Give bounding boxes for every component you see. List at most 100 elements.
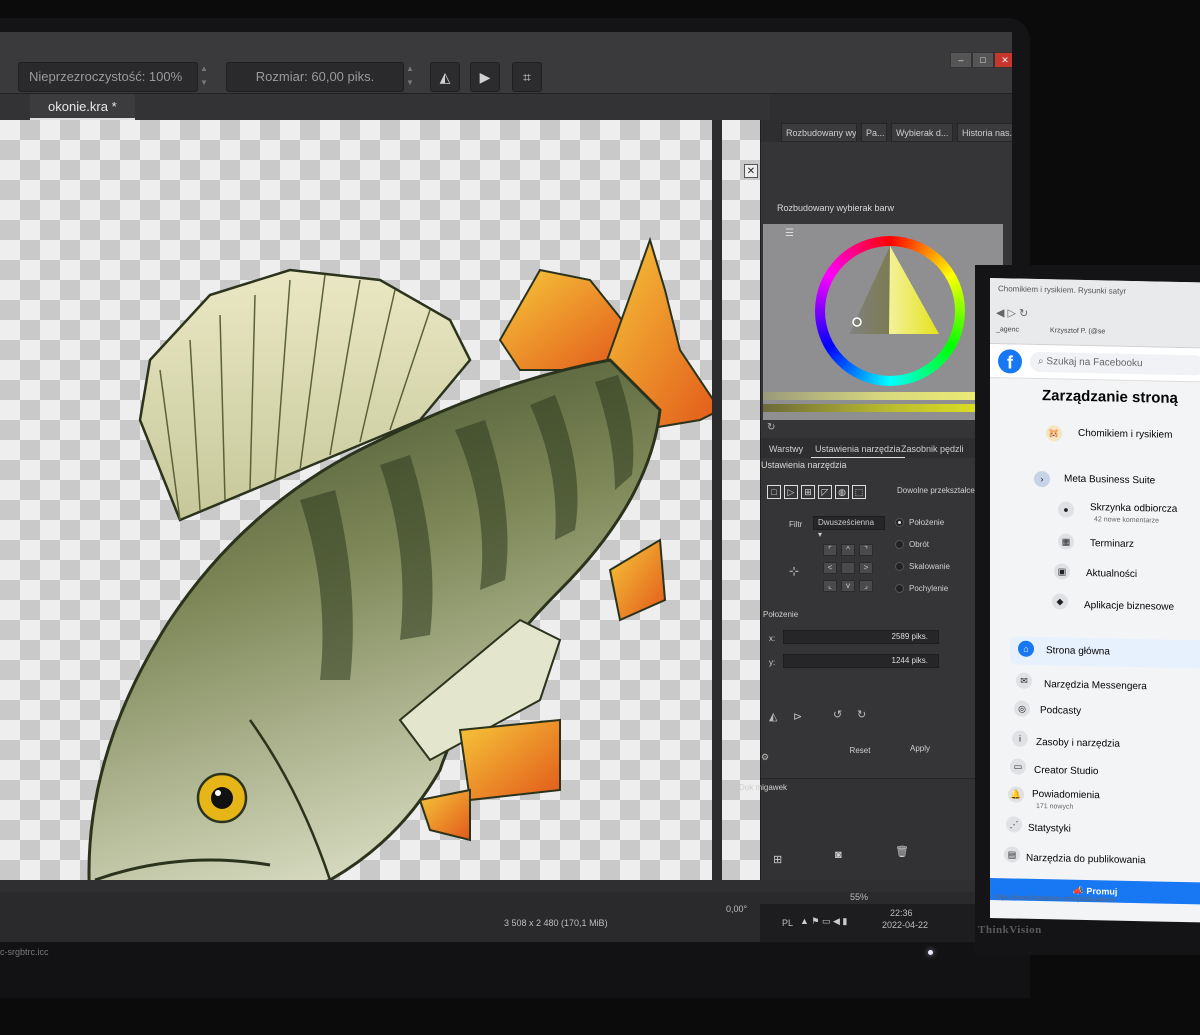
- anchor-center[interactable]: [841, 562, 855, 574]
- bookmark-agency[interactable]: _agenc: [996, 326, 1019, 333]
- mirror-vertical-icon[interactable]: ▶: [470, 62, 500, 92]
- close-canvas-icon[interactable]: ✕: [744, 164, 758, 178]
- meta-suite-icon: ›: [1034, 470, 1050, 488]
- podcast-icon: ◎: [1014, 700, 1030, 717]
- anchor-top[interactable]: ^: [841, 544, 855, 556]
- page-avatar[interactable]: 🐹: [1046, 425, 1062, 442]
- clock-time: 22:36: [890, 908, 913, 918]
- y-position-field[interactable]: 1244 piks.: [783, 654, 939, 668]
- notifications-link[interactable]: Powiadomienia: [1032, 789, 1100, 801]
- transform-mode-icons: □ ▷ ⊞ ◸ ◍ ⬚: [767, 482, 869, 500]
- rotate-ccw-icon[interactable]: ↺: [833, 708, 842, 721]
- publishing-tools-link[interactable]: Narzędzia do publikowania: [1026, 853, 1146, 867]
- facebook-logo-icon[interactable]: f: [998, 349, 1022, 374]
- filter-select[interactable]: Dwusześcienna ▾: [813, 516, 885, 539]
- cage-icon[interactable]: ◸: [818, 485, 832, 499]
- tab-advanced-color-selector[interactable]: Rozbudowany wyb...: [781, 123, 857, 142]
- monitor-brand-label: ThinkVision: [978, 924, 1042, 936]
- zoom-label[interactable]: 55%: [850, 892, 868, 902]
- add-snapshot-icon[interactable]: ⊞: [773, 853, 782, 866]
- mesh-icon[interactable]: ⬚: [852, 485, 866, 499]
- drawing-canvas[interactable]: [0, 120, 760, 880]
- flip-horizontal-icon[interactable]: ◭: [769, 710, 777, 723]
- image-size-label: 3 508 x 2 480 (170,1 MiB): [504, 918, 608, 928]
- news-link[interactable]: Aktualności: [1086, 568, 1137, 580]
- size-spinner[interactable]: ▲ ▼: [404, 62, 416, 92]
- podcasts-link[interactable]: Podcasty: [1040, 705, 1081, 717]
- opacity-spinner[interactable]: ▲ ▼: [198, 62, 210, 92]
- document-tabbar: okonie.kra *: [0, 94, 770, 120]
- canvas-vertical-scrollbar[interactable]: [712, 120, 722, 880]
- reset-button[interactable]: Reset: [837, 744, 883, 758]
- perspective-icon[interactable]: ▷: [784, 485, 798, 499]
- delete-icon[interactable]: 🗑: [895, 845, 909, 858]
- anchor-icon[interactable]: ⊹: [789, 564, 799, 578]
- messenger-tools-link[interactable]: Narzędzia Messengera: [1044, 679, 1147, 692]
- krita-window: Nieprzezroczystość: 100% ▲ ▼ Rozmiar: 60,…: [0, 32, 1012, 942]
- warp-icon[interactable]: ⊞: [801, 485, 815, 499]
- business-apps-link[interactable]: Aplikacje biznesowe: [1084, 600, 1174, 613]
- flip-vertical-icon[interactable]: ⊳: [793, 710, 802, 723]
- color-selector[interactable]: ☰: [763, 224, 1003, 420]
- maximize-button[interactable]: □: [972, 52, 994, 68]
- tab-tool-options[interactable]: Ustawienia narzędzia: [811, 440, 905, 458]
- rotate-cw-icon[interactable]: ↻: [857, 708, 866, 721]
- brush-size-field[interactable]: Rozmiar: 60,00 piks.: [226, 62, 404, 92]
- creator-studio-link[interactable]: Creator Studio: [1034, 765, 1098, 777]
- facebook-search-input[interactable]: ⌕ Szukaj na Facebooku: [1030, 351, 1200, 376]
- language-indicator[interactable]: PL: [782, 918, 793, 928]
- resources-link[interactable]: Zasoby i narzędzia: [1036, 737, 1120, 750]
- anchor-bottom-left[interactable]: ⌞: [823, 580, 837, 592]
- liquify-icon[interactable]: ◍: [835, 485, 849, 499]
- tab-layers[interactable]: Warstwy: [765, 440, 807, 458]
- anchor-top-left[interactable]: ⌜: [823, 544, 837, 556]
- browser-tab[interactable]: Chomikiem i rysikiem. Rysunki satyr: [998, 284, 1126, 296]
- settings-icon[interactable]: ⚙: [761, 752, 769, 763]
- saturation-value-triangle[interactable]: [763, 224, 1003, 420]
- tool-options-title: Ustawienia narzędzia: [761, 460, 847, 470]
- mode-scale-label: Skalowanie: [909, 562, 950, 571]
- saturation-slider[interactable]: [763, 404, 1003, 412]
- home-link[interactable]: Strona główna: [1046, 645, 1110, 657]
- x-position-field[interactable]: 2589 piks.: [783, 630, 939, 644]
- anchor-bottom[interactable]: v: [841, 580, 855, 592]
- shear-radio[interactable]: [895, 584, 904, 593]
- meta-suite-link[interactable]: Meta Business Suite: [1064, 474, 1155, 487]
- tab-history[interactable]: Historia nas...: [957, 123, 1012, 142]
- free-transform-icon[interactable]: □: [767, 485, 781, 499]
- tab-palette[interactable]: Pa...: [861, 123, 887, 142]
- opacity-field[interactable]: Nieprzezroczystość: 100%: [18, 62, 198, 92]
- lightness-slider[interactable]: [763, 392, 1003, 400]
- refresh-icon[interactable]: ↻: [767, 422, 775, 433]
- close-window-button[interactable]: ✕: [994, 52, 1012, 68]
- clock-date: 2022-04-22: [882, 920, 929, 930]
- browser-nav-buttons[interactable]: ◀ ▷ ↻: [996, 306, 1028, 320]
- anchor-top-right[interactable]: ⌝: [859, 544, 873, 556]
- document-tab[interactable]: okonie.kra *: [30, 94, 135, 120]
- publishing-icon: ▤: [1004, 846, 1020, 863]
- color-selector-title: Rozbudowany wybierak barw: [777, 203, 895, 213]
- apply-button[interactable]: Apply: [897, 742, 943, 756]
- stats-link[interactable]: Statystyki: [1028, 823, 1071, 835]
- wrap-around-icon[interactable]: ⌗: [512, 62, 542, 92]
- position-radio[interactable]: [895, 518, 904, 527]
- inbox-link[interactable]: Skrzynka odbiorcza: [1090, 502, 1177, 515]
- anchor-bottom-right[interactable]: ⌟: [859, 580, 873, 592]
- main-monitor: Nieprzezroczystość: 100% ▲ ▼ Rozmiar: 60,…: [0, 18, 1030, 998]
- mirror-horizontal-icon[interactable]: ◭: [430, 62, 460, 92]
- anchor-right[interactable]: >: [859, 562, 873, 574]
- tab-small-color-selector[interactable]: Wybierak d...: [891, 123, 953, 142]
- tray-icons[interactable]: ▲ ⚑ ▭ ◀ ▮: [800, 916, 847, 927]
- tab-brush-presets[interactable]: Zasobnik pędzli: [897, 440, 968, 458]
- scale-radio[interactable]: [895, 562, 904, 571]
- anchor-left[interactable]: <: [823, 562, 837, 574]
- menu-icon[interactable]: ☰: [785, 228, 794, 239]
- minimize-button[interactable]: –: [950, 52, 972, 68]
- page-name[interactable]: Chomikiem i rysikiem: [1078, 428, 1172, 441]
- camera-icon[interactable]: ◙: [835, 849, 842, 861]
- bookmark-instagram[interactable]: Krzysztof P. (@se: [1050, 327, 1105, 335]
- rotate-radio[interactable]: [895, 540, 904, 549]
- browser-chrome: Chomikiem i rysikiem. Rysunki satyr ◀ ▷ …: [990, 278, 1200, 349]
- planner-link[interactable]: Terminarz: [1090, 538, 1134, 550]
- inbox-icon: ●: [1058, 501, 1074, 518]
